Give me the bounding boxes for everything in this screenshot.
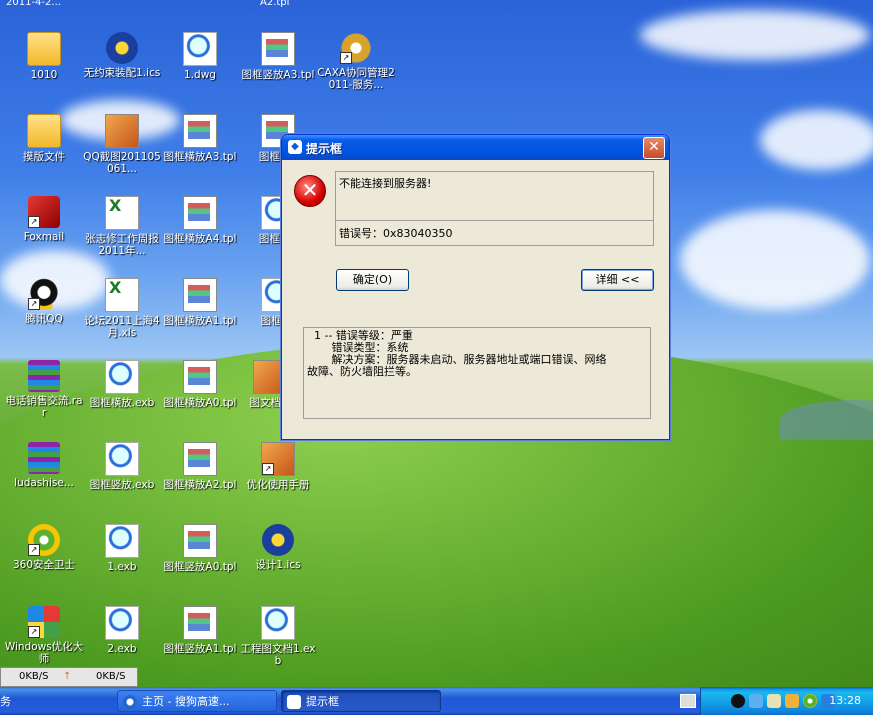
desktop-icon-caxa[interactable]: ↗ CAXA协同管理2011-服务... — [316, 32, 396, 91]
desktop-icon-windows-optimizer[interactable]: ↗ Windows优化大师 — [4, 606, 84, 665]
desktop-icon-frame-h-exb[interactable]: 图框横放.exb — [82, 360, 162, 409]
desktop-icon-forum-xls[interactable]: 论坛2011上海4月.xls — [82, 278, 162, 339]
template-icon — [183, 606, 217, 640]
dialog-title: 提示框 — [306, 142, 343, 156]
desktop-icon-360[interactable]: ↗ 360安全卫士 — [4, 524, 84, 571]
dialog-titlebar[interactable]: ◆ 提示框 ✕ — [282, 135, 669, 160]
cloud — [640, 10, 870, 60]
template-icon — [183, 442, 217, 476]
exb-icon — [261, 606, 295, 640]
taskbar-button-dialog[interactable]: 提示框 — [281, 690, 441, 712]
desktop-icon-ludashi[interactable]: ludashise... — [4, 442, 84, 489]
folder-icon — [27, 114, 61, 148]
error-message: 不能连接到服务器! — [339, 177, 432, 190]
foxmail-icon: ↗ — [28, 196, 60, 228]
keyboard-icon[interactable] — [680, 694, 696, 708]
desktop-icon-frame-h-a1[interactable]: 图框横放A1.tpl — [160, 278, 240, 327]
details-button[interactable]: 详细 << — [581, 269, 654, 291]
desktop-icon-weekly-report[interactable]: 张志修工作周报 2011年... — [82, 196, 162, 257]
desktop-icon-1-dwg[interactable]: 1.dwg — [160, 32, 240, 81]
taskbar-button-sogou-browser[interactable]: 主页 - 搜狗高速... — [117, 690, 277, 712]
excel-icon — [105, 196, 139, 230]
upload-speed: 0KB/S — [96, 671, 126, 682]
folder-icon — [27, 32, 61, 66]
system-tray: 13:28 — [700, 687, 873, 715]
error-icon: ✕ — [294, 175, 326, 207]
message-box: 不能连接到服务器! 错误号：0x83040350 — [335, 171, 654, 246]
message-divider — [336, 220, 653, 221]
qq-tray-icon[interactable] — [731, 694, 745, 708]
desktop-icon-qq[interactable]: ↗ 腾讯QQ — [4, 278, 84, 325]
top-fragment-mid: A2.tpl — [260, 0, 290, 8]
desktop-icon-manual[interactable]: ↗ 优化使用手册 — [238, 442, 318, 491]
exb-icon — [105, 524, 139, 558]
desktop-icon-engineering-doc[interactable]: 工程图文档1.exb — [238, 606, 318, 667]
cloud — [680, 210, 870, 310]
ok-button[interactable]: 确定(O) — [336, 269, 409, 291]
desktop: 2011-4-2... A2.tpl 1010 摸版文件 ↗ Foxmail ↗ 腾… — [0, 0, 873, 687]
desktop-icon-frame-h-a2[interactable]: 图框横放A2.tpl — [160, 442, 240, 491]
taskbar: 0KB/S ↑ 0KB/S 务 主页 - 搜狗高速... 提示框 13:28 — [0, 667, 873, 715]
360-tray-icon[interactable] — [803, 694, 817, 708]
error-code: 错误号：0x83040350 — [339, 227, 453, 240]
rar-icon — [28, 442, 60, 474]
top-fragment-left: 2011-4-2... — [6, 0, 61, 8]
windows-optimizer-icon: ↗ — [28, 606, 60, 638]
desktop-icon-qq-screenshot[interactable]: QQ截图201105061... — [82, 114, 162, 175]
desktop-icon-foxmail[interactable]: ↗ Foxmail — [4, 196, 84, 243]
desktop-icon-frame-h-a0[interactable]: 图框横放A0.tpl — [160, 360, 240, 409]
desktop-icon-2-exb[interactable]: 2.exb — [82, 606, 162, 655]
template-icon — [261, 32, 295, 66]
clock[interactable]: 13:28 — [829, 694, 861, 707]
detail-line: 故障、防火墙阻拦等。 — [307, 365, 417, 378]
desktop-icon-1-exb[interactable]: 1.exb — [82, 524, 162, 573]
exb-icon — [105, 360, 139, 394]
dialog-app-icon: ◆ — [288, 140, 302, 154]
browser-icon — [123, 695, 137, 709]
desktop-icon-design-ics[interactable]: 设计1.ics — [238, 524, 318, 571]
network-tray-icon[interactable] — [749, 694, 763, 708]
template-icon — [183, 114, 217, 148]
manual-icon: ↗ — [261, 442, 295, 476]
360-icon: ↗ — [28, 524, 60, 556]
desktop-icon-rar1[interactable]: 电话销售交流.rar — [4, 360, 84, 419]
close-button[interactable]: ✕ — [643, 137, 665, 159]
cad-icon — [262, 524, 294, 556]
template-icon — [183, 278, 217, 312]
desktop-icon-frame-v-a3[interactable]: 图框竖放A3.tpl — [238, 32, 318, 81]
template-icon — [183, 360, 217, 394]
taskbar-left-fragment[interactable]: 务 — [0, 693, 11, 709]
desktop-icon-assembly[interactable]: 无约束装配1.ics — [82, 32, 162, 79]
exb-icon — [105, 606, 139, 640]
download-speed: 0KB/S — [19, 671, 49, 682]
detail-panel[interactable]: 1 -- 错误等级：严重 错误类型：系统 解决方案：服务器未启动、服务器地址或端… — [303, 327, 651, 419]
rar-icon — [28, 360, 60, 392]
dwg-icon — [183, 32, 217, 66]
gear-icon: ↗ — [340, 32, 372, 64]
desktop-icon-frame-h-a4[interactable]: 图框横放A4.tpl — [160, 196, 240, 245]
monitor-tray-icon[interactable] — [785, 694, 799, 708]
template-icon — [183, 524, 217, 558]
exb-icon — [105, 442, 139, 476]
excel-icon — [105, 278, 139, 312]
template-icon — [183, 196, 217, 230]
image-icon — [105, 114, 139, 148]
volume-tray-icon[interactable] — [767, 694, 781, 708]
desktop-icon-1010[interactable]: 1010 — [4, 32, 84, 81]
desktop-icon-frame-v-exb[interactable]: 图框竖放.exb — [82, 442, 162, 491]
network-speed-meter: 0KB/S ↑ 0KB/S — [0, 667, 138, 687]
upload-arrow-icon: ↑ — [63, 671, 72, 682]
dialog-app-icon — [287, 695, 301, 709]
desktop-icon-templates[interactable]: 摸版文件 — [4, 114, 84, 163]
desktop-icon-frame-h-a3[interactable]: 图框横放A3.tpl — [160, 114, 240, 163]
desktop-icon-frame-v-a1[interactable]: 图框竖放A1.tpl — [160, 606, 240, 655]
cad-icon — [106, 32, 138, 64]
cloud — [760, 110, 873, 170]
qq-icon: ↗ — [28, 278, 60, 310]
desktop-icon-frame-v-a0[interactable]: 图框竖放A0.tpl — [160, 524, 240, 573]
error-dialog: ◆ 提示框 ✕ ✕ 不能连接到服务器! 错误号：0x83040350 确定(O)… — [281, 134, 670, 440]
